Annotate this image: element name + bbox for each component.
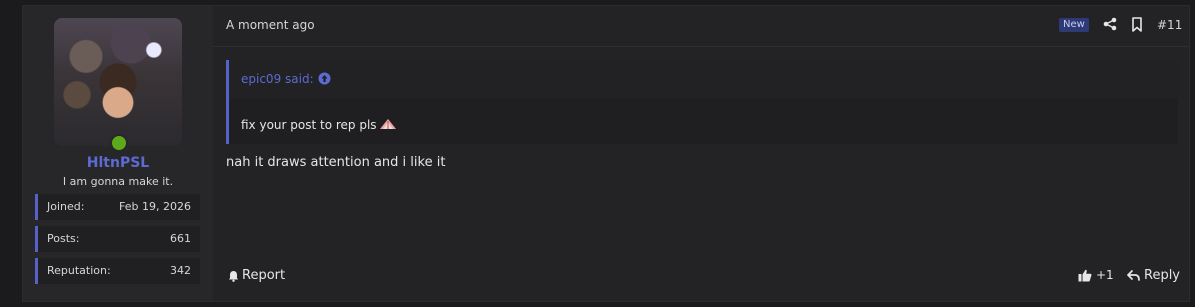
share-icon[interactable] xyxy=(1103,17,1117,31)
avatar[interactable] xyxy=(54,18,182,146)
bookmark-icon[interactable] xyxy=(1131,17,1143,32)
report-label: Report xyxy=(242,268,286,283)
like-count: +1 xyxy=(1096,268,1114,282)
reply-button[interactable]: Reply xyxy=(1127,268,1180,283)
quote-text-content: fix your post to rep pls xyxy=(241,118,377,132)
emoji-image xyxy=(379,119,396,129)
post-body: nah it draws attention and i like it xyxy=(226,155,446,170)
stat-label: Reputation: xyxy=(47,264,111,277)
username-link[interactable]: HltnPSL xyxy=(23,155,213,171)
like-button[interactable]: +1 xyxy=(1078,268,1114,282)
stat-value: Feb 19, 2026 xyxy=(119,200,191,213)
stat-posts: Posts: 661 xyxy=(35,226,200,252)
quote-text: fix your post to rep pls xyxy=(241,118,397,132)
bell-icon xyxy=(229,270,238,282)
post-timestamp[interactable]: A moment ago xyxy=(226,18,315,32)
post-container: HltnPSL I am gonna make it. Joined: Feb … xyxy=(22,5,1190,302)
thumbs-up-icon xyxy=(1078,269,1092,281)
online-status-indicator xyxy=(110,134,128,152)
new-badge: New xyxy=(1059,18,1089,32)
arrow-up-circle-icon[interactable] xyxy=(318,72,331,85)
quote-author-link[interactable]: epic09 said: xyxy=(241,72,314,86)
user-title: I am gonna make it. xyxy=(62,175,174,188)
reply-label: Reply xyxy=(1144,268,1181,283)
divider xyxy=(213,46,1189,47)
stat-value: 661 xyxy=(170,232,191,245)
quote-header: epic09 said: xyxy=(229,60,1178,98)
user-sidebar: HltnPSL I am gonna make it. Joined: Feb … xyxy=(23,6,213,301)
stat-joined: Joined: Feb 19, 2026 xyxy=(35,194,200,220)
reply-arrow-icon xyxy=(1127,270,1140,281)
stat-value: 342 xyxy=(170,264,191,277)
quote-block: epic09 said: fix your post to rep pls xyxy=(226,60,1178,144)
stat-label: Posts: xyxy=(47,232,80,245)
post-number-link[interactable]: #11 xyxy=(1157,18,1182,32)
report-button[interactable]: Report xyxy=(228,268,285,283)
stat-label: Joined: xyxy=(47,200,85,213)
stat-reputation: Reputation: 342 xyxy=(35,258,200,284)
